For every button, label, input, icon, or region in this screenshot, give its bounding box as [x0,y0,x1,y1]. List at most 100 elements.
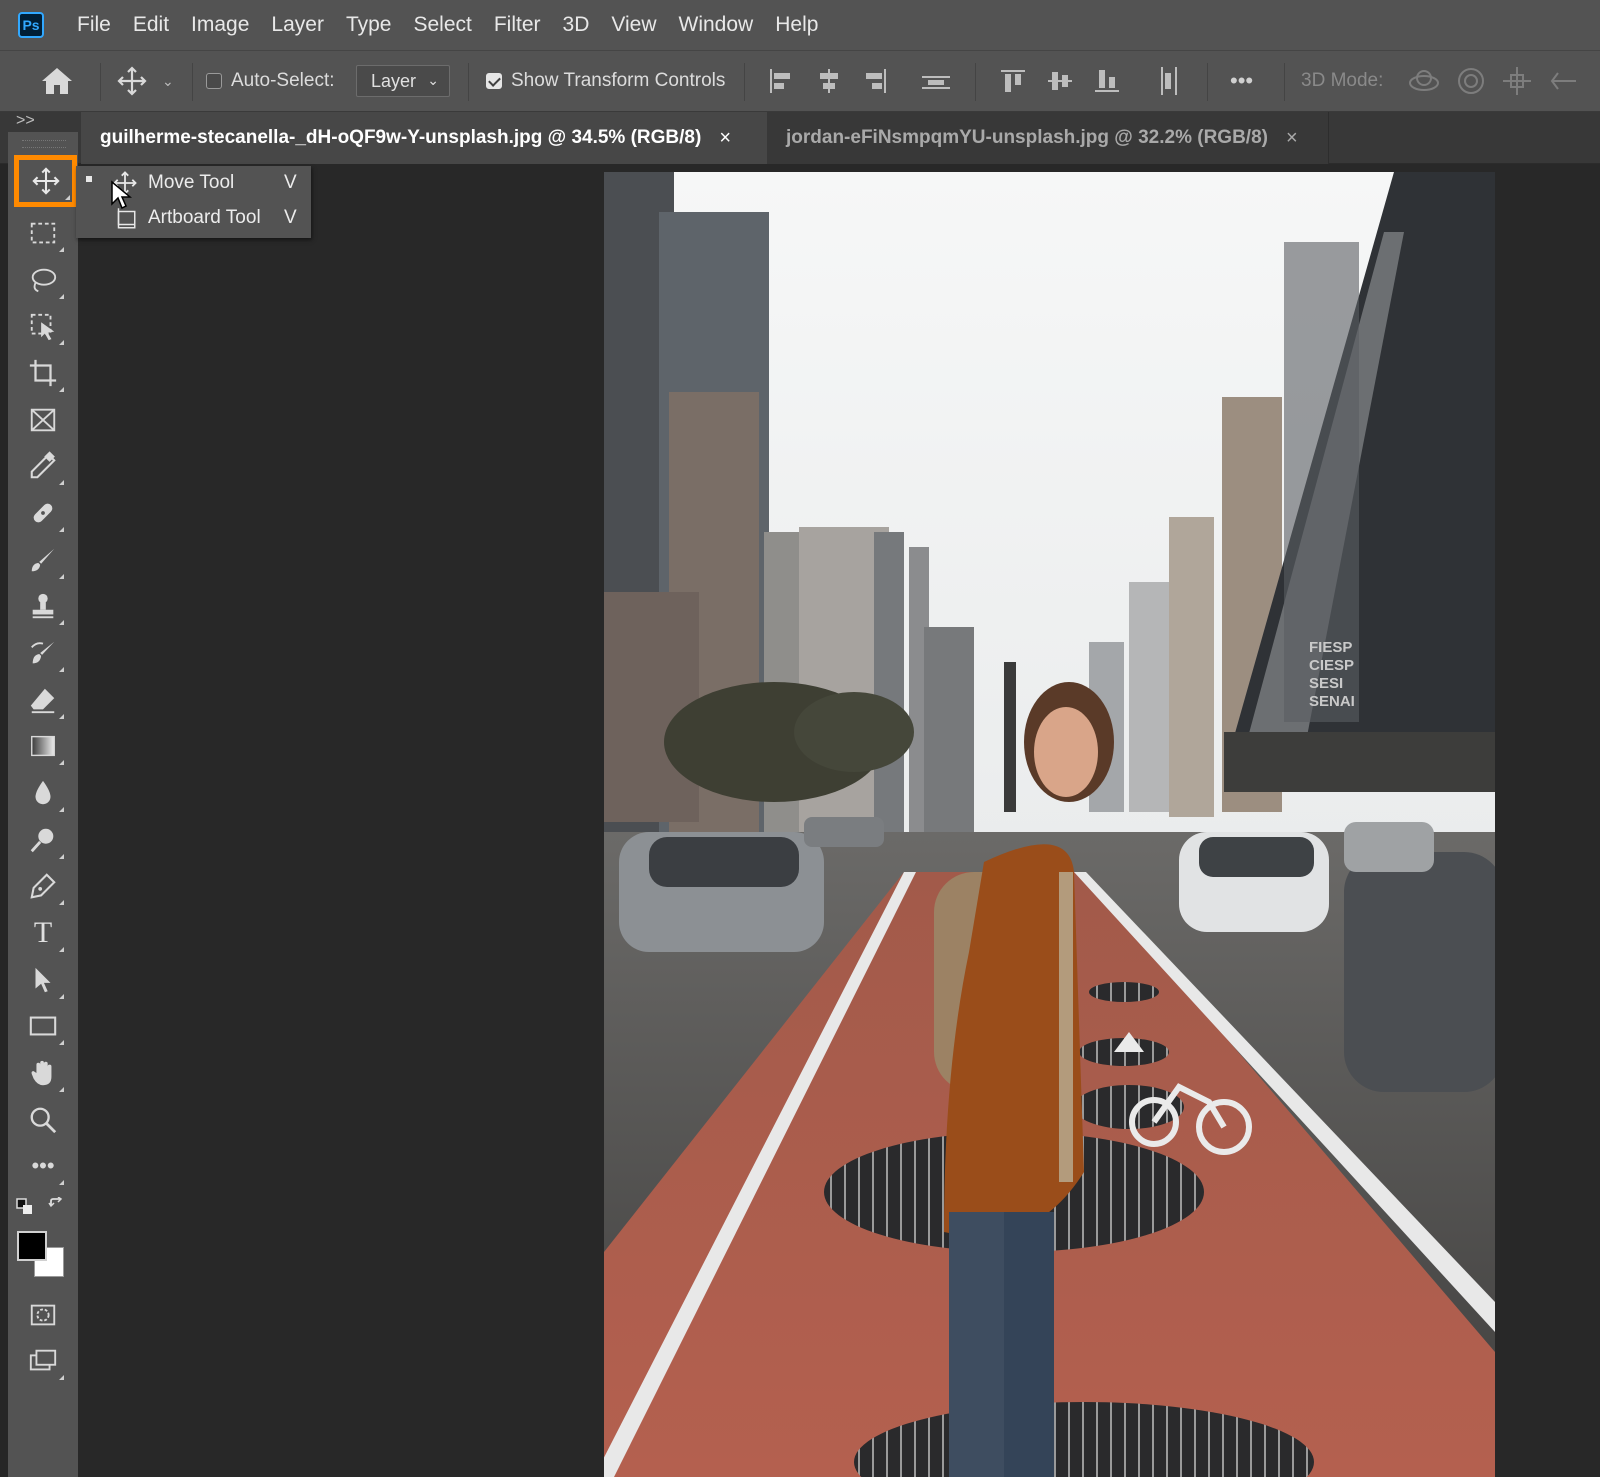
tool-group-indicator [59,1180,64,1185]
roll-3d-button[interactable] [1455,51,1487,111]
ellipsis-icon: ••• [31,1153,55,1178]
document-tab-label: guilherme-stecanella-_dH-oQF9w-Y-unsplas… [100,127,702,148]
auto-select-target-dropdown[interactable]: Layer ⌄ [356,51,450,111]
brush-tool[interactable] [20,539,66,581]
history-brush-tool[interactable] [20,632,66,674]
distribute-vertical-button[interactable] [920,51,952,111]
flyout-item-shortcut: V [284,172,297,193]
tool-group-indicator [59,247,64,252]
photoshop-logo: Ps [18,12,44,38]
gradient-tool[interactable] [20,725,66,767]
menu-filter[interactable]: Filter [483,13,552,37]
distribute-horizontal-button[interactable] [1154,51,1184,111]
eyedropper-tool[interactable] [20,445,66,487]
tool-group-indicator [59,854,64,859]
align-horizontal-centers-button[interactable] [814,51,844,111]
tool-preset-picker[interactable]: ⌄ [116,51,174,111]
chevron-down-icon: ⌄ [162,72,174,89]
type-tool[interactable]: T [20,912,66,954]
dodge-icon [30,828,54,853]
show-transform-controls-checkbox[interactable]: Show Transform Controls [486,51,725,111]
close-icon[interactable]: × [1286,127,1298,150]
separator [975,63,976,101]
menu-view[interactable]: View [600,13,667,37]
menu-file[interactable]: File [66,13,122,37]
pen-tool[interactable] [20,865,66,907]
path-selection-tool[interactable] [20,959,66,1001]
quick-mask-button[interactable] [20,1294,66,1336]
pen-icon [30,873,56,899]
menu-select[interactable]: Select [402,13,482,37]
rectangle-tool[interactable] [20,1005,66,1047]
tool-group-indicator [59,714,64,719]
document-image[interactable]: FIESP CIESP SESI SENAI [604,172,1495,1477]
pan-3d-button[interactable] [1500,51,1534,111]
tool-group-indicator [59,294,64,299]
eraser-tool[interactable] [20,679,66,721]
document-tab[interactable]: jordan-eFiNsmpqmYU-unsplash.jpg @ 32.2% … [767,112,1329,164]
history-brush-icon [31,641,55,664]
more-options-button[interactable]: ••• [1230,51,1253,111]
lasso-tool[interactable] [20,259,66,301]
slide-3d-button[interactable] [1548,51,1578,111]
frame-tool[interactable] [20,399,66,441]
blur-tool[interactable] [20,772,66,814]
menu-help[interactable]: Help [764,13,829,37]
stamp-icon [32,593,54,619]
orbit-3d-button[interactable] [1406,51,1442,111]
marquee-icon [30,222,56,244]
crop-tool[interactable] [20,352,66,394]
distribute-horizontal-icon [1161,67,1177,95]
menu-window[interactable]: Window [668,13,765,37]
menu-edit[interactable]: Edit [122,13,180,37]
align-left-button[interactable] [766,51,796,111]
show-transform-label: Show Transform Controls [511,70,726,91]
auto-select-checkbox[interactable]: Auto-Select: [206,51,335,111]
arrow-pointer-icon [35,967,51,993]
separator [468,63,469,101]
tools-panel: T ••• [8,132,78,1477]
align-bottom-button[interactable] [1092,51,1122,111]
menu-layer[interactable]: Layer [260,13,335,37]
clone-stamp-tool[interactable] [20,585,66,627]
sign-line: CIESP [1309,657,1354,674]
home-button[interactable] [40,51,74,111]
chevron-down-icon: ⌄ [427,72,439,88]
align-top-button[interactable] [998,51,1028,111]
document-tab-active[interactable]: guilherme-stecanella-_dH-oQF9w-Y-unsplas… [81,112,767,164]
tool-group-indicator [59,527,64,532]
tool-group-indicator [59,620,64,625]
foreground-color-swatch[interactable] [17,1231,47,1261]
edit-toolbar-button[interactable]: ••• [20,1145,66,1187]
default-colors-icon [16,1198,32,1214]
crop-icon [29,359,57,387]
show-transform-check[interactable] [486,73,502,89]
menu-3d[interactable]: 3D [552,13,601,37]
menu-image[interactable]: Image [180,13,260,37]
align-right-button[interactable] [860,51,890,111]
move-tool[interactable] [14,155,77,207]
menu-type[interactable]: Type [335,13,403,37]
separator [1284,63,1285,101]
layer-select[interactable]: Layer ⌄ [356,65,450,97]
separator [744,63,745,101]
healing-brush-tool[interactable] [20,492,66,534]
tool-group-indicator [59,900,64,905]
object-selection-tool[interactable] [20,305,66,347]
panel-collapse-toggle[interactable]: >> [8,112,78,132]
brush-icon [31,548,55,572]
panel-grip[interactable] [22,140,66,148]
screen-mode-button[interactable] [20,1340,66,1382]
hand-tool[interactable] [20,1052,66,1094]
zoom-tool[interactable] [20,1099,66,1141]
align-vertical-centers-button[interactable] [1045,51,1075,111]
tool-group-indicator [59,667,64,672]
swap-colors-button[interactable] [44,1194,70,1220]
default-colors-button[interactable] [12,1194,38,1220]
rectangular-marquee-tool[interactable] [20,212,66,254]
dodge-tool[interactable] [20,819,66,861]
align-horizontal-centers-icon [820,69,838,93]
close-icon[interactable]: × [719,127,731,150]
sign-line: SENAI [1309,693,1355,710]
auto-select-check[interactable] [206,73,222,89]
